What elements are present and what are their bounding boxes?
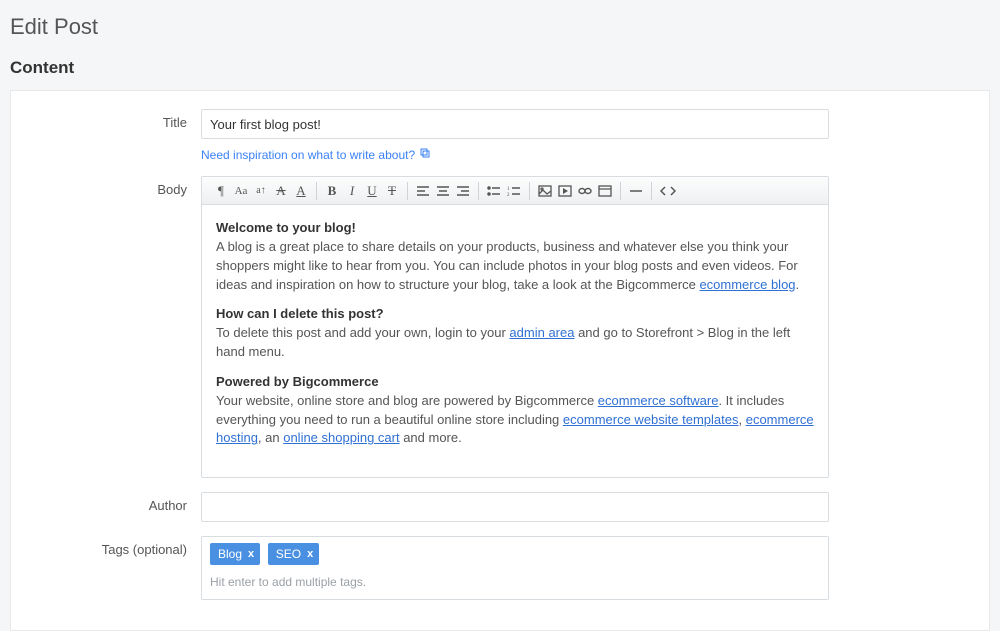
rich-text-editor: ¶ Aa a↑ A A B I U T bbox=[201, 176, 829, 478]
tag-chip: Blog x bbox=[210, 543, 260, 565]
inspiration-link-text: Need inspiration on what to write about? bbox=[201, 148, 415, 162]
hr-button[interactable] bbox=[627, 181, 645, 201]
paragraph-icon[interactable]: ¶ bbox=[212, 181, 230, 201]
ecommerce-software-link[interactable]: ecommerce software bbox=[598, 393, 719, 408]
align-center-button[interactable] bbox=[434, 181, 452, 201]
tag-chip: SEO x bbox=[268, 543, 319, 565]
align-left-button[interactable] bbox=[414, 181, 432, 201]
bold-button[interactable]: B bbox=[323, 181, 341, 201]
body-p3-a: Your website, online store and blog are … bbox=[216, 393, 598, 408]
body-p3-d: , an bbox=[258, 430, 283, 445]
tag-label: Blog bbox=[218, 547, 242, 561]
italic-button[interactable]: I bbox=[343, 181, 361, 201]
body-p2-a: To delete this post and add your own, lo… bbox=[216, 325, 509, 340]
code-view-button[interactable] bbox=[658, 181, 678, 201]
body-label: Body bbox=[11, 176, 201, 197]
link-icon[interactable] bbox=[576, 181, 594, 201]
body-heading-3: Powered by Bigcommerce bbox=[216, 374, 379, 389]
body-heading-1: Welcome to your blog! bbox=[216, 220, 356, 235]
bullet-list-button[interactable] bbox=[485, 181, 503, 201]
body-heading-2: How can I delete this post? bbox=[216, 306, 384, 321]
font-size-button[interactable]: a↑ bbox=[252, 181, 270, 201]
title-input[interactable] bbox=[201, 109, 829, 139]
underline-button[interactable]: U bbox=[363, 181, 381, 201]
title-label: Title bbox=[11, 109, 201, 130]
tag-label: SEO bbox=[276, 547, 301, 561]
tags-placeholder: Hit enter to add multiple tags. bbox=[210, 575, 820, 589]
tag-remove-icon[interactable]: x bbox=[307, 548, 313, 560]
body-p3-c: , bbox=[738, 412, 745, 427]
svg-text:1: 1 bbox=[507, 187, 510, 192]
text-color-button[interactable]: A bbox=[292, 181, 310, 201]
content-panel: Title Need inspiration on what to write … bbox=[10, 90, 990, 631]
tags-input[interactable]: Blog x SEO x Hit enter to add multiple t… bbox=[201, 536, 829, 600]
body-p1-b: . bbox=[796, 277, 800, 292]
external-link-icon bbox=[419, 147, 431, 162]
align-right-button[interactable] bbox=[454, 181, 472, 201]
tags-row: Tags (optional) Blog x SEO x Hit enter t… bbox=[11, 536, 989, 600]
shopping-cart-link[interactable]: online shopping cart bbox=[283, 430, 399, 445]
ecommerce-templates-link[interactable]: ecommerce website templates bbox=[563, 412, 739, 427]
author-input[interactable] bbox=[201, 492, 829, 522]
clear-format-button[interactable]: A bbox=[272, 181, 290, 201]
image-icon[interactable] bbox=[536, 181, 554, 201]
ordered-list-button[interactable]: 12 bbox=[505, 181, 523, 201]
author-row: Author bbox=[11, 492, 989, 522]
section-title-content: Content bbox=[0, 58, 1000, 90]
svg-text:2: 2 bbox=[507, 193, 510, 197]
tag-remove-icon[interactable]: x bbox=[248, 548, 254, 560]
title-row: Title Need inspiration on what to write … bbox=[11, 109, 989, 162]
body-p3-e: and more. bbox=[400, 430, 462, 445]
strikethrough-button[interactable]: T bbox=[383, 181, 401, 201]
body-row: Body ¶ Aa a↑ A A B I U T bbox=[11, 176, 989, 478]
page-title: Edit Post bbox=[0, 0, 1000, 58]
admin-area-link[interactable]: admin area bbox=[509, 325, 574, 340]
editor-toolbar: ¶ Aa a↑ A A B I U T bbox=[202, 177, 828, 205]
tags-label: Tags (optional) bbox=[11, 536, 201, 557]
editor-content[interactable]: Welcome to your blog! A blog is a great … bbox=[202, 205, 828, 477]
inspiration-link[interactable]: Need inspiration on what to write about? bbox=[201, 147, 431, 162]
video-icon[interactable] bbox=[556, 181, 574, 201]
author-label: Author bbox=[11, 492, 201, 513]
font-family-button[interactable]: Aa bbox=[232, 181, 250, 201]
ecommerce-blog-link[interactable]: ecommerce blog bbox=[699, 277, 795, 292]
embed-icon[interactable] bbox=[596, 181, 614, 201]
